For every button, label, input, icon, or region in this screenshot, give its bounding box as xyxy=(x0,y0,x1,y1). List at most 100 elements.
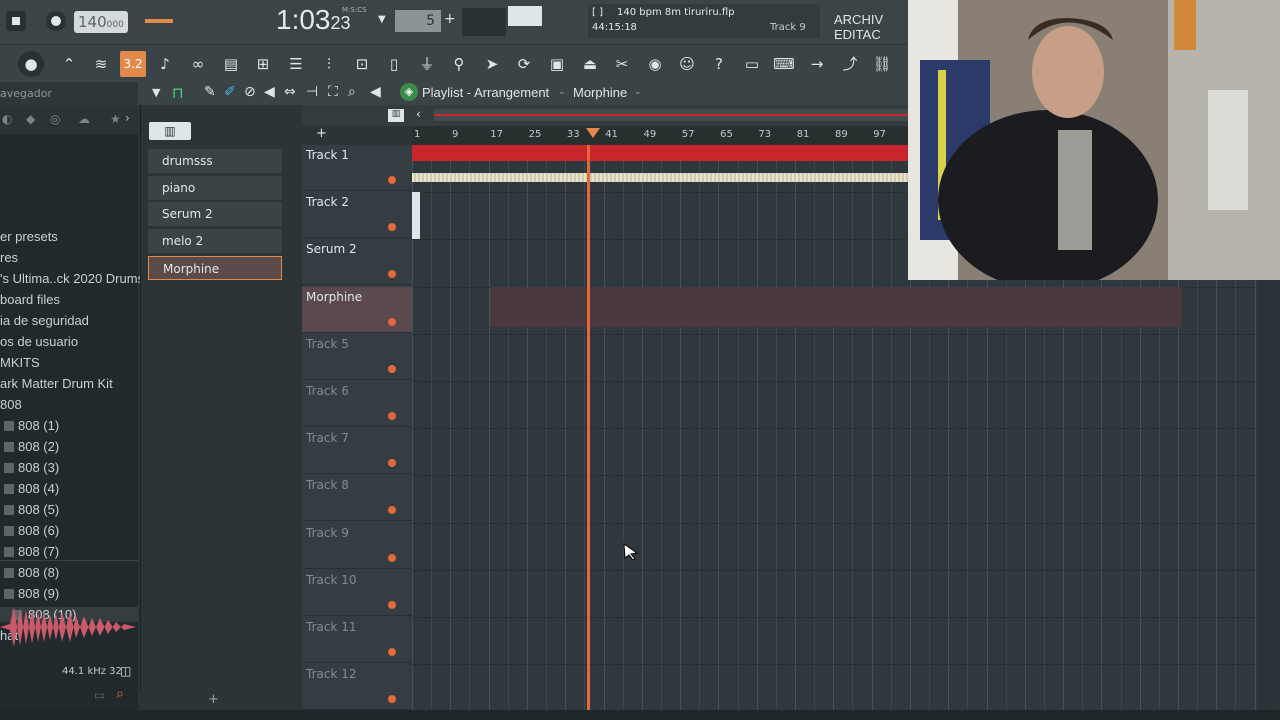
preview-toggle-icon[interactable]: ◫ xyxy=(120,664,131,678)
piano-roll-icon[interactable]: ▥ xyxy=(149,122,191,140)
channel-item[interactable]: Morphine xyxy=(148,255,282,280)
browser-item[interactable]: 808 (3) xyxy=(0,460,59,475)
piano-roll-icon[interactable]: ☰ xyxy=(283,51,309,77)
delete-icon[interactable]: ⊘ xyxy=(244,84,256,100)
channel-item[interactable]: drumsss xyxy=(148,149,282,173)
cut-icon[interactable]: ✂ xyxy=(609,51,635,77)
countdown-icon[interactable]: 3.2 xyxy=(120,51,146,77)
track-header[interactable]: Track 10 xyxy=(302,570,412,616)
browser-item[interactable]: 808 (2) xyxy=(0,439,59,454)
magnet-icon[interactable]: ⊓ xyxy=(172,84,184,102)
track-mute-icon[interactable] xyxy=(388,364,396,373)
pencil-icon[interactable]: ✎ xyxy=(204,84,216,100)
playhead-marker-icon[interactable] xyxy=(586,128,600,138)
browser-item[interactable]: 808 (6) xyxy=(0,523,59,538)
stop-button[interactable] xyxy=(6,11,26,31)
slip-icon[interactable]: ⇔ xyxy=(284,84,296,100)
arrow-right-icon[interactable]: → xyxy=(804,51,830,77)
browser-item[interactable]: board files xyxy=(0,292,60,307)
step-edit-icon[interactable]: ♪ xyxy=(152,51,178,77)
plugin-picker-icon[interactable]: ⊡ xyxy=(349,51,375,77)
window-icon[interactable]: ▭ xyxy=(739,51,765,77)
pattern-clip-track-1[interactable] xyxy=(412,145,908,161)
menu-arrow-icon[interactable]: ▼ xyxy=(152,86,160,99)
channel-item[interactable]: piano xyxy=(148,175,282,200)
microphone-icon[interactable]: ◉ xyxy=(642,51,668,77)
file-icon[interactable]: ▯ xyxy=(381,51,407,77)
track-mute-icon[interactable] xyxy=(388,506,396,515)
browser-item[interactable]: ia de seguridad xyxy=(0,313,89,328)
browser-item[interactable]: 808 (8) xyxy=(0,565,59,580)
wait-input-icon[interactable]: ≋ xyxy=(88,51,114,77)
main-menu[interactable]: ARCHIV EDITAC xyxy=(834,12,910,42)
plugin-icon[interactable]: ◆ xyxy=(26,112,35,126)
mute-icon[interactable]: ◀ xyxy=(264,84,275,100)
record-button[interactable] xyxy=(46,11,66,31)
playlist-pattern-name[interactable]: Morphine xyxy=(573,85,627,100)
chevron-right-icon[interactable]: › xyxy=(125,111,130,125)
browser-item[interactable]: os de usuario xyxy=(0,334,78,349)
add-track-icon[interactable]: + xyxy=(316,126,327,141)
track-header[interactable]: Track 2 xyxy=(302,192,412,239)
refresh-icon[interactable]: ⟳ xyxy=(511,51,537,77)
keyboard-icon[interactable]: ⌨ xyxy=(771,51,797,77)
mixer-faders-icon[interactable]: ⫶ xyxy=(316,51,342,77)
world-icon[interactable]: ◎ xyxy=(50,112,60,126)
metronome-icon[interactable]: ⌃ xyxy=(56,51,82,77)
channel-item[interactable]: Serum 2 xyxy=(148,202,282,227)
track-header[interactable]: Track 6 xyxy=(302,381,412,427)
slice-icon[interactable]: ⊣ xyxy=(306,84,318,100)
timeline-ruler[interactable]: 1 9 17 25 33 41 49 57 65 73 81 89 97 xyxy=(412,126,908,145)
save-icon[interactable]: ▣ xyxy=(544,51,570,77)
track-mute-icon[interactable] xyxy=(388,459,396,468)
cloud-icon[interactable]: ☁ xyxy=(78,112,90,126)
browser-item[interactable]: 808 xyxy=(0,397,22,412)
master-volume-slider[interactable] xyxy=(145,19,173,23)
chevron-down-icon[interactable]: ⌄ xyxy=(634,87,642,97)
browser-item[interactable]: 808 (1) xyxy=(0,418,59,433)
track-mute-icon[interactable] xyxy=(388,270,396,279)
playback-icon[interactable]: ◀ xyxy=(370,84,381,100)
browser-item[interactable]: 808 (4) xyxy=(0,481,59,496)
search-icon[interactable]: ⌕ xyxy=(116,686,124,702)
add-channel-icon[interactable]: + xyxy=(208,692,219,707)
track-mute-icon[interactable] xyxy=(388,176,396,184)
loop-record-icon[interactable]: ∞ xyxy=(185,51,211,77)
link-icon[interactable]: ⛓ xyxy=(869,51,895,77)
track-mute-icon[interactable] xyxy=(388,223,396,232)
track-mute-icon[interactable] xyxy=(388,317,396,326)
audio-clip-track-1[interactable] xyxy=(412,173,908,182)
track-mute-icon[interactable] xyxy=(388,648,396,656)
track-header[interactable]: Track 9 xyxy=(302,523,412,569)
browser-item[interactable]: 's Ultima..ck 2020 Drums xyxy=(0,271,144,286)
playhead[interactable] xyxy=(587,145,590,710)
track-header[interactable]: Track 11 xyxy=(302,617,412,663)
chevron-down-icon[interactable]: ⌄ xyxy=(558,87,566,97)
select-icon[interactable]: ⛶ xyxy=(328,84,338,100)
star-icon[interactable]: ★ xyxy=(110,112,121,126)
track-mute-icon[interactable] xyxy=(388,412,396,420)
horizontal-scrollbar[interactable] xyxy=(434,109,908,121)
browser-item[interactable]: 808 (9) xyxy=(0,586,59,601)
arrangement-icon[interactable]: ◈ xyxy=(400,83,418,101)
paint-icon[interactable]: ✐ xyxy=(224,84,236,100)
browser-item[interactable]: er presets xyxy=(0,229,58,244)
mixer-icon[interactable]: ▤ xyxy=(218,51,244,77)
render-icon[interactable]: ⏏ xyxy=(577,51,603,77)
track-header[interactable]: Track 7 xyxy=(302,428,412,475)
folder-icon[interactable]: ▭ xyxy=(94,688,105,702)
chevron-down-icon[interactable]: ▼ xyxy=(378,14,386,25)
track-mute-icon[interactable] xyxy=(388,695,396,704)
channel-rack-icon[interactable]: ⊞ xyxy=(250,51,276,77)
browser-item[interactable]: MKITS xyxy=(0,355,40,370)
channel-item[interactable]: melo 2 xyxy=(148,229,282,254)
zoom-icon[interactable]: ⌕ xyxy=(348,84,356,100)
browser-item[interactable]: 808 (7) xyxy=(0,544,59,559)
browser-item[interactable]: 808 (5) xyxy=(0,502,59,517)
track-header[interactable]: Track 12 xyxy=(302,664,412,711)
cable-icon[interactable]: ⤴ xyxy=(837,51,863,77)
globe-icon[interactable]: ◐ xyxy=(2,112,12,126)
track-header[interactable]: Track 1 xyxy=(302,145,412,191)
help-icon[interactable]: ? xyxy=(706,51,732,77)
chat-icon[interactable]: ☺ xyxy=(674,51,700,77)
